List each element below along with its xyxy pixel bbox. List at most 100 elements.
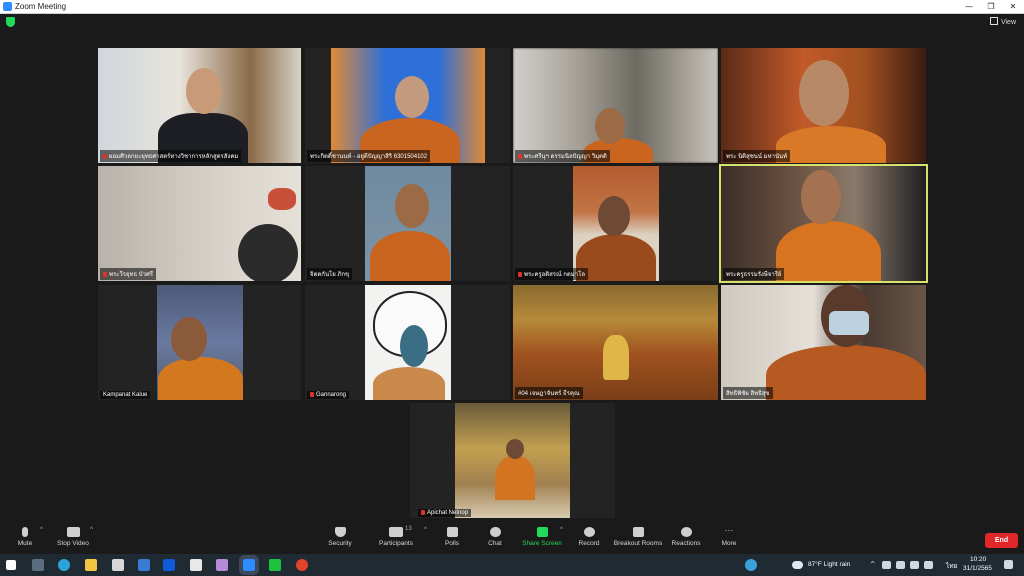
- video-camera-icon: [66, 527, 80, 537]
- feather-icon[interactable]: [216, 559, 228, 571]
- person-head: [400, 325, 428, 367]
- video-tile[interactable]: Apichat Netnop: [410, 403, 615, 518]
- participants-icon: [389, 527, 403, 537]
- maximize-button[interactable]: ❐: [980, 0, 1002, 13]
- active-speaker-tile[interactable]: พระครูธรรมรังษีจารีย์: [719, 164, 928, 283]
- store-icon[interactable]: [112, 559, 124, 571]
- dropbox-icon[interactable]: [163, 559, 175, 571]
- video-tile[interactable]: พระวีรยุทธ บัวศรี: [98, 166, 301, 281]
- monk-robe: [776, 221, 881, 281]
- mic-muted-icon: [518, 272, 522, 277]
- video-tile[interactable]: Gannarong: [305, 285, 510, 400]
- monk-robe: [766, 345, 926, 400]
- tray-expand-icon[interactable]: ^: [870, 560, 875, 568]
- mic-muted-icon: [103, 154, 107, 159]
- video-tile[interactable]: Kampanat Kalue: [98, 285, 301, 400]
- window-title: Zoom Meeting: [15, 2, 67, 11]
- participant-name: Kampanat Kalue: [100, 391, 151, 399]
- input-language[interactable]: ไทย: [946, 561, 957, 571]
- weather-text[interactable]: 87°F Light rain: [808, 561, 850, 568]
- video-tile[interactable]: สิทธิพิชัย สิทธิสุข: [721, 285, 926, 400]
- person-head: [186, 68, 222, 114]
- participant-name: พระครูอดิสรณ์ กตมาโล: [515, 268, 589, 280]
- video-tile[interactable]: พระศรีนุฯ ดรรมนิลปัญญา วิมุตติ: [513, 48, 718, 163]
- tray-icon[interactable]: [882, 561, 891, 569]
- clock-date[interactable]: 31/1/2565: [963, 565, 992, 572]
- shield-icon: [334, 527, 346, 537]
- end-meeting-button[interactable]: End: [985, 533, 1018, 548]
- record-icon: [583, 527, 595, 537]
- participant-name: Gannarong: [307, 391, 350, 399]
- windows-start-icon[interactable]: [6, 560, 16, 570]
- monk-robe: [158, 357, 243, 400]
- mail-icon[interactable]: [138, 559, 150, 571]
- video-tile[interactable]: พระกิตติ์ชานนท์ - อยู่ดีปัญญาสิริ 630150…: [305, 48, 510, 163]
- mic-muted-icon: [310, 392, 314, 397]
- bar-chart-icon: [446, 527, 458, 537]
- monk-robe: [776, 126, 886, 163]
- video-tile[interactable]: ผอมศิวลกยะยุทธศาสตร์ทางวิชาการหลักสูตรสั…: [98, 48, 301, 163]
- more-dots-icon: ···: [724, 525, 734, 535]
- more-button[interactable]: ··· More: [694, 525, 764, 548]
- notification-icon[interactable]: [1004, 560, 1013, 569]
- chrome-icon[interactable]: [296, 559, 308, 571]
- task-view-icon[interactable]: [32, 559, 44, 571]
- flower-shape: [268, 188, 296, 210]
- share-screen-icon: [536, 527, 548, 537]
- close-button[interactable]: ✕: [1002, 0, 1024, 13]
- participant-name: Apichat Netnop: [418, 509, 472, 517]
- participant-name: พระครูธรรมรังษีจารีย์: [723, 268, 785, 280]
- minimize-button[interactable]: —: [958, 0, 980, 13]
- participant-name: จิตตกันโย ภิกขุ: [307, 268, 353, 280]
- face-mask: [829, 311, 869, 335]
- participant-name: #04 เจษฎาจันทร์ ธีรคุณ: [515, 387, 583, 399]
- mic-muted-icon: [103, 272, 107, 277]
- participant-name: ผอมศิวลกยะยุทธศาสตร์ทางวิชาการหลักสูตรสั…: [100, 150, 242, 162]
- person-head: [801, 170, 841, 224]
- file-explorer-icon[interactable]: [85, 559, 97, 571]
- microphone-icon: [22, 527, 28, 537]
- participant-name: สิทธิพิชัย สิทธิสุข: [723, 387, 773, 399]
- monk-robe: [370, 231, 450, 281]
- view-button[interactable]: View: [989, 17, 1016, 26]
- video-tile[interactable]: พระครูอดิสรณ์ กตมาโล: [513, 166, 718, 281]
- meeting-toolbar: Mute ^ Stop Video ^ Security Participant…: [0, 523, 1024, 554]
- line-icon[interactable]: [269, 559, 281, 571]
- participant-name: พระวีรยุทธ บัวศรี: [100, 268, 157, 280]
- person-head: [506, 439, 524, 459]
- edge-icon[interactable]: [58, 559, 70, 571]
- clock-time[interactable]: 10:20: [970, 556, 986, 563]
- mic-muted-icon: [518, 154, 522, 159]
- view-label: View: [1000, 19, 1016, 26]
- cloud-icon: [792, 561, 803, 569]
- person-head: [595, 108, 625, 144]
- person-head: [395, 184, 429, 228]
- participant-name: พระกิตติ์ชานนท์ - อยู่ดีปัญญาสิริ 630150…: [307, 150, 431, 162]
- mic-muted-icon: [421, 510, 425, 515]
- volume-icon[interactable]: [924, 561, 933, 569]
- monk-robe: [495, 455, 535, 500]
- zoom-taskbar-icon[interactable]: [243, 559, 255, 571]
- person-head: [395, 76, 429, 118]
- participants-count: 13: [405, 526, 412, 532]
- stop-video-button[interactable]: Stop Video: [38, 527, 108, 547]
- breakout-rooms-icon: [632, 527, 644, 537]
- video-options-caret[interactable]: ^: [90, 527, 93, 533]
- fan-shape: [238, 224, 298, 281]
- video-tile[interactable]: #04 เจษฎาจันทร์ ธีรคุณ: [513, 285, 718, 400]
- encryption-shield-icon[interactable]: [6, 17, 15, 27]
- windows-taskbar: 87°F Light rain ^ ไทย 10:20 31/1/2565: [0, 554, 1024, 576]
- title-bar: Zoom Meeting — ❐ ✕: [0, 0, 1024, 14]
- person-head: [799, 60, 849, 126]
- zoom-logo-icon: [3, 2, 12, 11]
- participant-name: พระ นิติสุชนน์ มหานันท์: [723, 150, 791, 162]
- app-icon[interactable]: [190, 559, 202, 571]
- video-tile[interactable]: พระ นิติสุชนน์ มหานันท์: [721, 48, 926, 163]
- participant-name: พระศรีนุฯ ดรรมนิลปัญญา วิมุตติ: [515, 150, 610, 162]
- network-icon[interactable]: [896, 561, 905, 569]
- app-circle-icon[interactable]: [745, 559, 757, 571]
- video-tile[interactable]: จิตตกันโย ภิกขุ: [305, 166, 510, 281]
- battery-icon[interactable]: [910, 561, 919, 569]
- person-head: [598, 196, 630, 236]
- buddha-statue: [603, 335, 629, 380]
